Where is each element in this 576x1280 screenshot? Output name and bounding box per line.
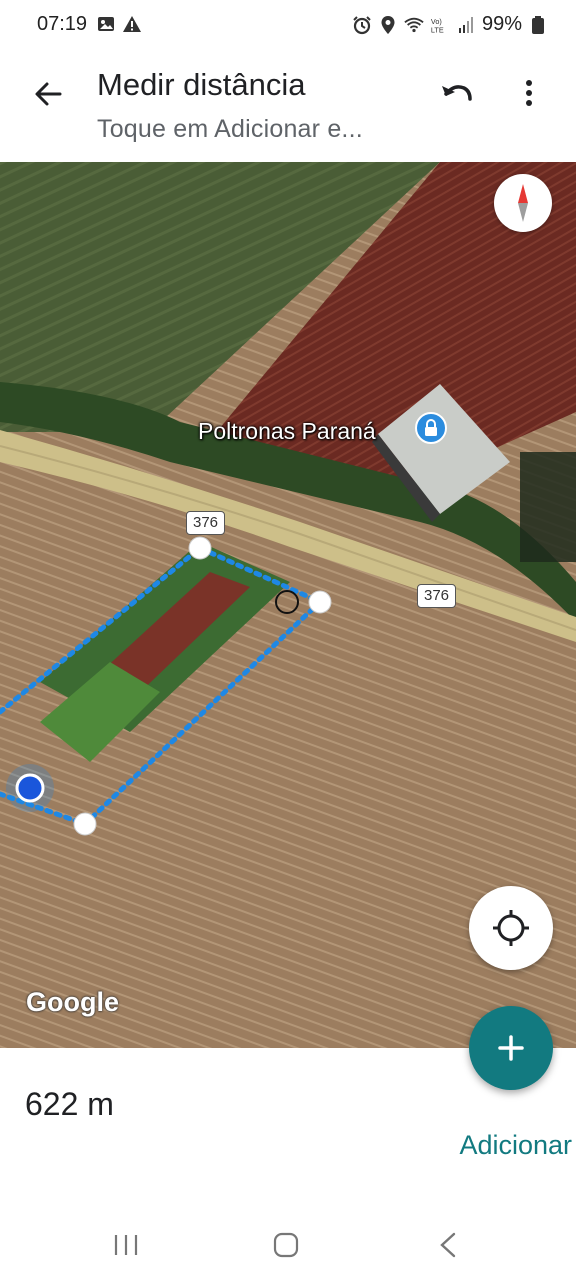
crosshair-icon xyxy=(493,910,529,946)
status-bar: 07:19 Vo) LTE 99% xyxy=(0,0,576,52)
satellite-map[interactable]: Poltronas Paraná 376 376 Google xyxy=(0,162,576,1048)
road-shield: 376 xyxy=(186,511,226,535)
status-time: 07:19 xyxy=(37,13,88,35)
battery-percent: 99% xyxy=(481,13,522,35)
plus-icon xyxy=(498,1035,524,1061)
battery-icon xyxy=(532,15,544,34)
my-location-button[interactable] xyxy=(469,886,553,970)
svg-text:LTE: LTE xyxy=(431,25,444,34)
compass-icon xyxy=(518,184,528,222)
undo-icon[interactable] xyxy=(436,72,478,114)
more-vert-icon[interactable] xyxy=(512,72,546,114)
location-icon xyxy=(381,15,395,34)
lock-pin-icon[interactable] xyxy=(415,412,447,444)
image-icon xyxy=(98,17,114,31)
distance-value: 622 m xyxy=(25,1086,114,1122)
add-button[interactable]: Adicionar xyxy=(459,1130,572,1161)
google-attribution: Google xyxy=(26,987,119,1017)
system-nav-bar xyxy=(0,1210,576,1280)
volte-icon: Vo)LTE xyxy=(431,17,444,34)
wifi-icon xyxy=(404,17,424,32)
road-shield: 376 xyxy=(417,584,457,608)
page-subtitle: Toque em Adicionar e... xyxy=(97,115,363,143)
place-label[interactable]: Poltronas Paraná xyxy=(198,418,376,445)
alarm-icon xyxy=(353,15,371,34)
compass-button[interactable] xyxy=(494,174,552,232)
app-bar: Medir distância Toque em Adicionar e... xyxy=(0,52,576,162)
signal-icon xyxy=(458,16,473,33)
back-icon[interactable] xyxy=(428,1230,468,1260)
warning-icon xyxy=(123,16,141,32)
home-icon[interactable] xyxy=(266,1230,306,1260)
arrow-back-icon[interactable] xyxy=(28,74,68,114)
add-point-button[interactable] xyxy=(469,1006,553,1090)
recents-icon[interactable] xyxy=(106,1230,146,1260)
page-title: Medir distância xyxy=(97,67,306,102)
